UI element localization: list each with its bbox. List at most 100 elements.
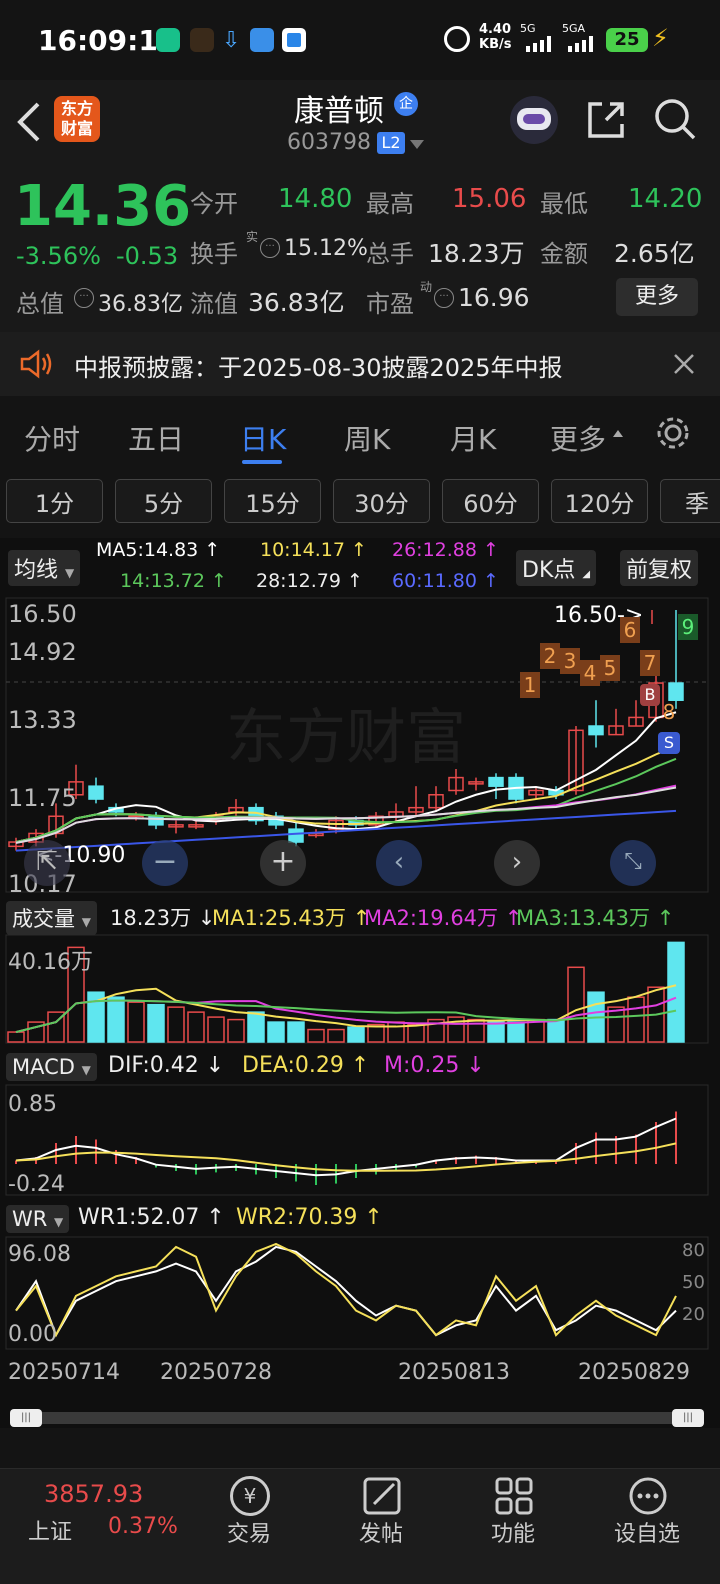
volume-chart[interactable]	[0, 934, 720, 1044]
settings-gear-icon[interactable]	[654, 414, 692, 452]
pe-info-icon[interactable]: ···	[434, 288, 454, 308]
float-cap-value: 36.83亿	[248, 288, 345, 317]
period-60min-button[interactable]: 60分	[442, 479, 539, 523]
high-value: 15.06	[452, 184, 527, 214]
collapse-chart-icon[interactable]: ⇱	[24, 840, 70, 886]
period-15min-button[interactable]: 15分	[224, 479, 321, 523]
post-edit-icon	[363, 1477, 401, 1515]
period-120min-button[interactable]: 120分	[551, 479, 648, 523]
level2-badge[interactable]: L2	[377, 132, 405, 154]
volume-bar	[607, 1006, 625, 1043]
scroll-right-icon[interactable]: ›	[494, 840, 540, 886]
nav-set-watchlist[interactable]: 设自选	[582, 1470, 712, 1580]
seq-marker-3: 3	[560, 648, 580, 674]
period-30min-button[interactable]: 30分	[333, 479, 430, 523]
tab-daily-k[interactable]: 日K	[240, 418, 286, 458]
period-quarter-button[interactable]: 季	[660, 479, 720, 523]
volume-current: 18.23万 ↓	[110, 906, 216, 930]
signal-2-label: 5GA	[562, 22, 586, 35]
volume-ma2: MA2:19.64万 ↑	[364, 906, 523, 930]
robot-avatar-icon[interactable]	[510, 96, 558, 144]
seq-marker-7: 7	[640, 650, 660, 676]
market-cap-value: 36.83亿	[98, 292, 183, 317]
index-ticker[interactable]: 3857.93 上证 0.37%	[0, 1470, 200, 1580]
scroll-left-icon[interactable]: ‹	[376, 840, 422, 886]
current-price: 14.36	[14, 174, 192, 239]
tab-intraday[interactable]: 分时	[24, 418, 80, 458]
nav-functions-label: 功能	[490, 1522, 535, 1547]
seq-marker-8: 8	[662, 700, 676, 724]
close-icon[interactable]	[672, 352, 696, 376]
app2-icon	[282, 28, 306, 52]
stock-code: 603798	[287, 130, 371, 155]
dk-point-toggle[interactable]: DK点 ◢	[516, 550, 597, 586]
seq-marker-6: 6	[620, 617, 640, 643]
tab-five-day[interactable]: 五日	[128, 418, 184, 458]
change-amount: -0.53	[116, 242, 179, 270]
quote-panel: 14.36 -3.56% -0.53 今开 14.80 最高 15.06 最低 …	[0, 166, 720, 332]
zoom-out-icon[interactable]: −	[142, 840, 188, 886]
range-handle-left[interactable]: |||	[10, 1409, 42, 1427]
macd-selector[interactable]: MACD ▼	[6, 1053, 97, 1081]
nav-trade-label: 交易	[226, 1522, 271, 1547]
macd-chart[interactable]	[0, 1084, 720, 1196]
period-5min-button[interactable]: 5分	[115, 479, 212, 523]
active-tab-indicator	[242, 460, 282, 464]
turnover-info-icon[interactable]: ···	[260, 238, 280, 258]
volume-bar	[627, 996, 645, 1043]
volume-bar	[247, 1011, 265, 1043]
range-handle-right[interactable]: |||	[672, 1409, 704, 1427]
volume-bar	[307, 1028, 325, 1043]
wr2-line	[15, 1242, 677, 1338]
range-slider-track[interactable]	[10, 1412, 704, 1424]
volume-bar	[147, 1003, 165, 1043]
signal-2-icon	[568, 36, 598, 52]
net-speed: 4.40 KB/s	[479, 22, 512, 52]
macd-y-bottom: -0.24	[8, 1172, 65, 1197]
volume-selector[interactable]: 成交量 ▼	[6, 901, 97, 935]
fullscreen-icon[interactable]: ⤡	[610, 840, 656, 886]
tab-monthly-k[interactable]: 月K	[450, 418, 496, 458]
ma-line	[15, 786, 677, 844]
kline-y-label-4: 11.75	[8, 784, 77, 812]
turnover-sup: 实	[246, 230, 259, 244]
more-quote-button[interactable]: 更多	[616, 278, 698, 316]
volume-bar	[407, 1023, 425, 1043]
stock-name: 康普顿	[294, 94, 384, 129]
date-label-3: 20250813	[398, 1360, 510, 1385]
nav-trade[interactable]: ¥ 交易	[184, 1470, 314, 1580]
back-icon[interactable]	[14, 100, 44, 144]
download-icon: ⇩	[222, 28, 241, 53]
nav-post[interactable]: 发帖	[316, 1470, 446, 1580]
market-cap-info-icon[interactable]: ···	[74, 288, 94, 308]
notice-bar[interactable]: 中报预披露：于2025-08-30披露2025年中报	[0, 332, 720, 396]
index-name: 上证	[28, 1520, 73, 1545]
volume-bar	[327, 1028, 345, 1043]
volume-bar	[267, 1021, 285, 1043]
code-dropdown-icon[interactable]	[410, 140, 424, 149]
search-icon[interactable]	[652, 96, 698, 142]
charging-icon: ⚡	[652, 24, 669, 52]
volume-ma3: MA3:13.43万 ↑	[516, 906, 675, 930]
period-1min-button[interactable]: 1分	[6, 479, 103, 523]
ma-selector[interactable]: 均线 ▼	[8, 550, 81, 586]
nav-functions[interactable]: 功能	[448, 1470, 578, 1580]
adjust-toggle[interactable]: 前复权	[620, 550, 699, 586]
notice-text: 中报预披露：于2025-08-30披露2025年中报	[74, 354, 563, 382]
wr-selector[interactable]: WR ▼	[6, 1205, 70, 1233]
open-value: 14.80	[278, 184, 353, 214]
volume-bar	[287, 1021, 305, 1043]
ma60-value: 60:11.80 ↑	[392, 570, 499, 592]
share-icon[interactable]	[584, 98, 628, 142]
date-label-4: 20250829	[578, 1360, 690, 1385]
wr-chart[interactable]	[0, 1236, 720, 1350]
zoom-in-icon[interactable]: +	[260, 840, 306, 886]
float-cap-label: 流值	[190, 290, 238, 318]
amount-value: 2.65亿	[614, 239, 695, 268]
chart-tabs: 分时 五日 日K 周K 月K 更多	[0, 402, 720, 468]
app-logo[interactable]: 东方财富	[54, 96, 100, 142]
seq-marker-2: 2	[540, 643, 560, 669]
tab-weekly-k[interactable]: 周K	[344, 418, 390, 458]
tab-more[interactable]: 更多	[550, 418, 606, 458]
kline-y-label-1: 16.50	[8, 600, 77, 628]
